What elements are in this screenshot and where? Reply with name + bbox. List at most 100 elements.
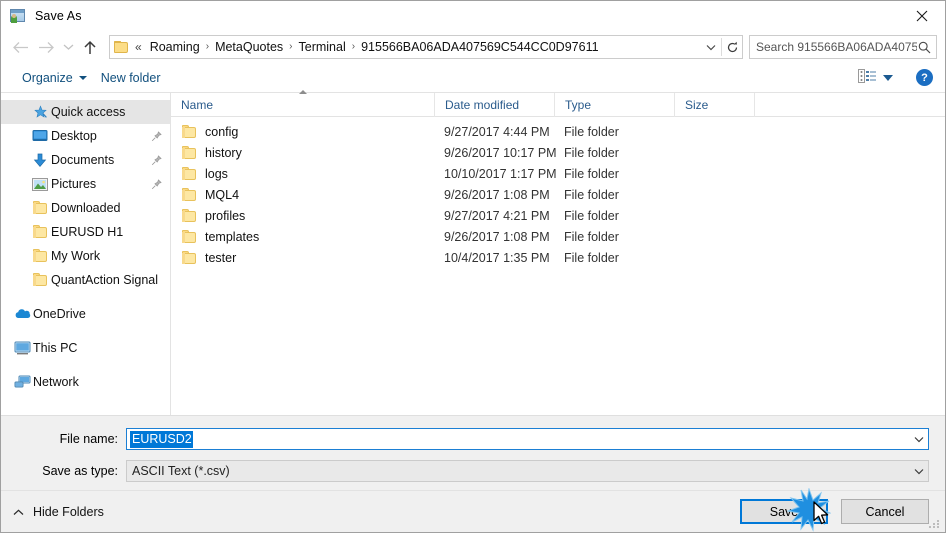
folder-icon (181, 187, 197, 202)
file-date: 9/27/2017 4:44 PM (444, 124, 550, 139)
sidebar-item-downloaded[interactable]: Downloaded (1, 196, 170, 220)
sidebar-item-network[interactable]: Network (1, 370, 170, 394)
sidebar-item-this-pc[interactable]: This PC (1, 336, 170, 360)
breadcrumb-item-roaming[interactable]: Roaming (145, 38, 205, 56)
sidebar-item-label: OneDrive (33, 307, 86, 321)
column-header-label: Type (565, 97, 592, 112)
file-date: 10/4/2017 1:35 PM (444, 250, 550, 265)
file-name-cell: history (171, 145, 434, 160)
this-pc-icon (11, 341, 33, 355)
chevron-down-icon[interactable] (910, 429, 928, 449)
sidebar-item-pictures[interactable]: Pictures (1, 172, 170, 196)
cancel-button[interactable]: Cancel (841, 499, 929, 524)
organize-button[interactable]: Organize (15, 68, 94, 88)
file-name-cell: config (171, 124, 434, 139)
file-date: 9/26/2017 1:08 PM (444, 187, 550, 202)
column-header-type[interactable]: Type (554, 92, 674, 117)
sidebar-item-label: This PC (33, 341, 78, 355)
address-bar[interactable]: « Roaming › MetaQuotes › Terminal › 9155… (109, 35, 743, 59)
close-icon[interactable] (899, 1, 945, 31)
pictures-icon (29, 177, 51, 191)
file-name: templates (205, 229, 260, 244)
sidebar-item-label: Documents (51, 153, 115, 167)
search-input[interactable]: Search 915566BA06ADA40756... (749, 35, 937, 59)
folder-icon (29, 273, 51, 287)
window-title: Save As (35, 9, 82, 23)
sidebar-item-desktop[interactable]: Desktop (1, 124, 170, 148)
desktop-icon (29, 129, 51, 143)
table-row[interactable]: tester 10/4/2017 1:35 PM File folder (171, 247, 945, 268)
command-toolbar: Organize New folder ? (1, 63, 945, 93)
sidebar-item-onedrive[interactable]: OneDrive (1, 302, 170, 326)
breadcrumb-item-terminal-id[interactable]: 915566BA06ADA407569C544CC0D97611 (356, 38, 603, 56)
file-name-cell: logs (171, 166, 434, 181)
back-arrow-icon[interactable] (7, 34, 33, 60)
save-button[interactable]: Save (740, 499, 828, 524)
up-arrow-icon[interactable] (77, 34, 103, 60)
breadcrumb: « Roaming › MetaQuotes › Terminal › 9155… (132, 38, 701, 56)
sidebar-item-label: Desktop (51, 129, 97, 143)
help-icon[interactable]: ? (916, 69, 933, 86)
file-name-cell: profiles (171, 208, 434, 223)
star-pin-icon (29, 104, 51, 120)
file-name: history (205, 145, 242, 160)
table-row[interactable]: profiles 9/27/2017 4:21 PM File folder (171, 205, 945, 226)
file-date: 9/26/2017 1:08 PM (444, 229, 550, 244)
file-date: 10/10/2017 1:17 PM (444, 166, 557, 181)
column-header-name[interactable]: Name (171, 89, 434, 117)
table-row[interactable]: templates 9/26/2017 1:08 PM File folder (171, 226, 945, 247)
file-list-header: Name Date modified Type Size (171, 89, 945, 117)
view-options-icon (858, 69, 876, 86)
save-as-type-select[interactable]: ASCII Text (*.csv) (126, 460, 929, 482)
column-header-size[interactable]: Size (674, 92, 754, 117)
breadcrumb-item-terminal[interactable]: Terminal (294, 38, 351, 56)
resize-grip-icon[interactable] (929, 518, 941, 530)
file-type: File folder (564, 166, 619, 181)
table-row[interactable]: logs 10/10/2017 1:17 PM File folder (171, 163, 945, 184)
breadcrumb-item-metaquotes[interactable]: MetaQuotes (210, 38, 288, 56)
sidebar-item-label: Pictures (51, 177, 97, 191)
sidebar-item-quick-access[interactable]: Quick access (1, 100, 170, 124)
folder-icon (181, 229, 197, 244)
new-folder-button[interactable]: New folder (94, 68, 168, 88)
sidebar-item-quantaction-signal[interactable]: QuantAction Signal (1, 268, 170, 292)
sidebar-item-documents[interactable]: Documents (1, 148, 170, 172)
sidebar-item-label: Downloaded (51, 201, 121, 215)
sidebar-item-label: My Work (51, 249, 101, 263)
breadcrumb-overflow[interactable]: « (132, 40, 145, 54)
file-name: logs (205, 166, 228, 181)
sidebar-item-label: Network (33, 375, 79, 389)
chevron-down-icon[interactable] (701, 36, 721, 58)
forward-arrow-icon[interactable] (33, 34, 59, 60)
table-row[interactable]: MQL4 9/26/2017 1:08 PM File folder (171, 184, 945, 205)
file-name: tester (205, 250, 237, 265)
title-bar: Save As (1, 1, 945, 31)
file-name-cell: tester (171, 250, 434, 265)
file-type: File folder (564, 208, 619, 223)
hide-folders-label: Hide Folders (33, 504, 104, 519)
sidebar-item-my-work[interactable]: My Work (1, 244, 170, 268)
table-row[interactable]: config 9/27/2017 4:44 PM File folder (171, 121, 945, 142)
table-row[interactable]: history 9/26/2017 10:17 PM File folder (171, 142, 945, 163)
column-header-label: Size (685, 97, 709, 112)
pin-icon[interactable] (150, 178, 162, 190)
view-options-button[interactable] (853, 67, 898, 88)
folder-icon (29, 201, 51, 215)
file-type: File folder (564, 145, 619, 160)
save-as-type-value: ASCII Text (*.csv) (132, 464, 230, 478)
save-as-type-label: Save as type: (42, 464, 118, 478)
file-name-row: File name: EURUSD2 (1, 426, 945, 452)
sidebar-item-eurusd-h1[interactable]: EURUSD H1 (1, 220, 170, 244)
chevron-down-icon[interactable] (910, 468, 928, 475)
new-folder-label: New folder (100, 70, 161, 85)
column-header-filler (754, 92, 945, 117)
column-header-date-modified[interactable]: Date modified (434, 92, 554, 117)
file-name-input[interactable]: EURUSD2 (126, 428, 929, 450)
recent-locations-chevron-icon[interactable] (59, 34, 77, 60)
dialog-footer: File name: EURUSD2 Save as type: ASCII T… (1, 415, 945, 532)
pin-icon[interactable] (150, 154, 162, 166)
chevron-down-icon (883, 74, 893, 81)
refresh-icon[interactable] (722, 36, 742, 58)
hide-folders-button[interactable]: Hide Folders (13, 505, 104, 519)
pin-icon[interactable] (150, 130, 162, 142)
